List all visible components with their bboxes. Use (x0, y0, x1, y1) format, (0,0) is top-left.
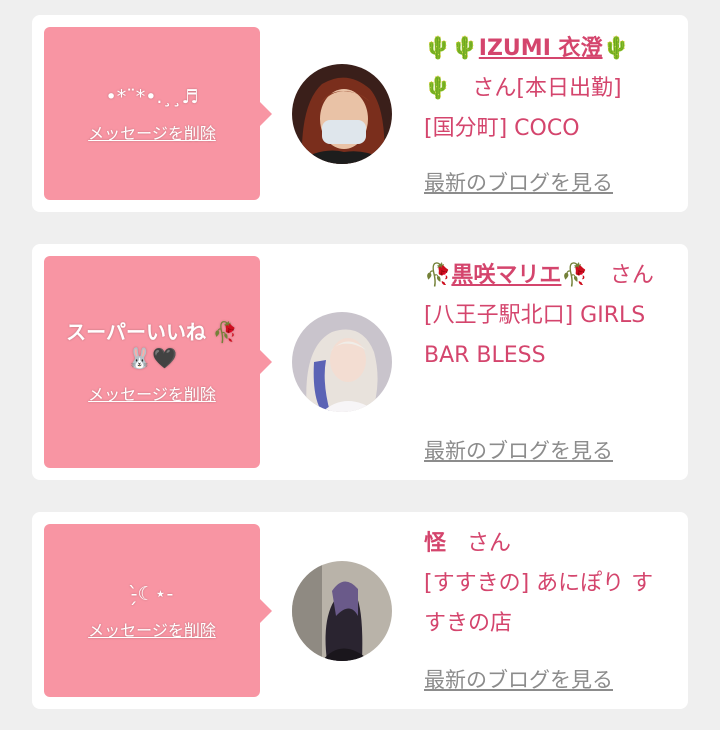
sender-info: 🌵🌵IZUMI 衣澄🌵 🌵 さん[本日出勤] [国分町] COCO (424, 29, 674, 149)
message-text: -̗̀☾⋆- (130, 582, 174, 605)
message-bubble: •*¨*•.¸¸♬ メッセージを削除 (44, 27, 272, 200)
message-card: スーパーいいね 🥀 🐰🖤 メッセージを削除 🥀黒咲マリエ🥀 さん [八王子駅北口… (32, 244, 688, 480)
rose-icon: 🥀 (424, 263, 452, 288)
sender-name[interactable]: IZUMI 衣澄 (479, 36, 603, 61)
avatar[interactable] (292, 312, 392, 412)
sender-info: 🥀黒咲マリエ🥀 さん [八王子駅北口] GIRLS BAR BLESS (424, 256, 674, 376)
cactus-icon: 🌵🌵 (424, 36, 479, 61)
latest-blog-link[interactable]: 最新のブログを見る (424, 664, 613, 694)
shop-name: [すすきの] あにぽり すすきの店 (424, 571, 654, 636)
delete-message-link[interactable]: メッセージを削除 (88, 381, 216, 405)
message-text: スーパーいいね 🥀 🐰🖤 (66, 320, 238, 370)
shop-name: [国分町] COCO (424, 116, 580, 141)
latest-blog-link[interactable]: 最新のブログを見る (424, 435, 613, 465)
latest-blog-link[interactable]: 最新のブログを見る (424, 167, 613, 197)
message-bubble: スーパーいいね 🥀 🐰🖤 メッセージを削除 (44, 256, 272, 468)
cactus-icon: 🌵 (602, 36, 630, 61)
message-card: -̗̀☾⋆- メッセージを削除 怪 さん [すすきの] あにぽり すすきの店 最… (32, 512, 688, 709)
rose-icon: 🥀 (561, 263, 589, 288)
avatar[interactable] (292, 64, 392, 164)
avatar[interactable] (292, 561, 392, 661)
delete-message-link[interactable]: メッセージを削除 (88, 617, 216, 641)
message-card: •*¨*•.¸¸♬ メッセージを削除 🌵🌵IZUMI 衣澄🌵 🌵 さん[本日出勤… (32, 15, 688, 212)
honorific: さん (467, 531, 512, 556)
delete-message-link[interactable]: メッセージを削除 (88, 120, 216, 144)
message-bubble: -̗̀☾⋆- メッセージを削除 (44, 524, 272, 697)
honorific: さん (609, 263, 654, 288)
sender-info: 怪 さん [すすきの] あにぽり すすきの店 (424, 524, 674, 644)
honorific: さん (472, 76, 517, 101)
sender-name[interactable]: 怪 (424, 531, 446, 556)
sender-name[interactable]: 黒咲マリエ (451, 263, 561, 288)
cactus-icon: 🌵 (424, 76, 452, 101)
message-text: •*¨*•.¸¸♬ (105, 85, 199, 108)
shop-name: [八王子駅北口] GIRLS BAR BLESS (424, 303, 646, 368)
